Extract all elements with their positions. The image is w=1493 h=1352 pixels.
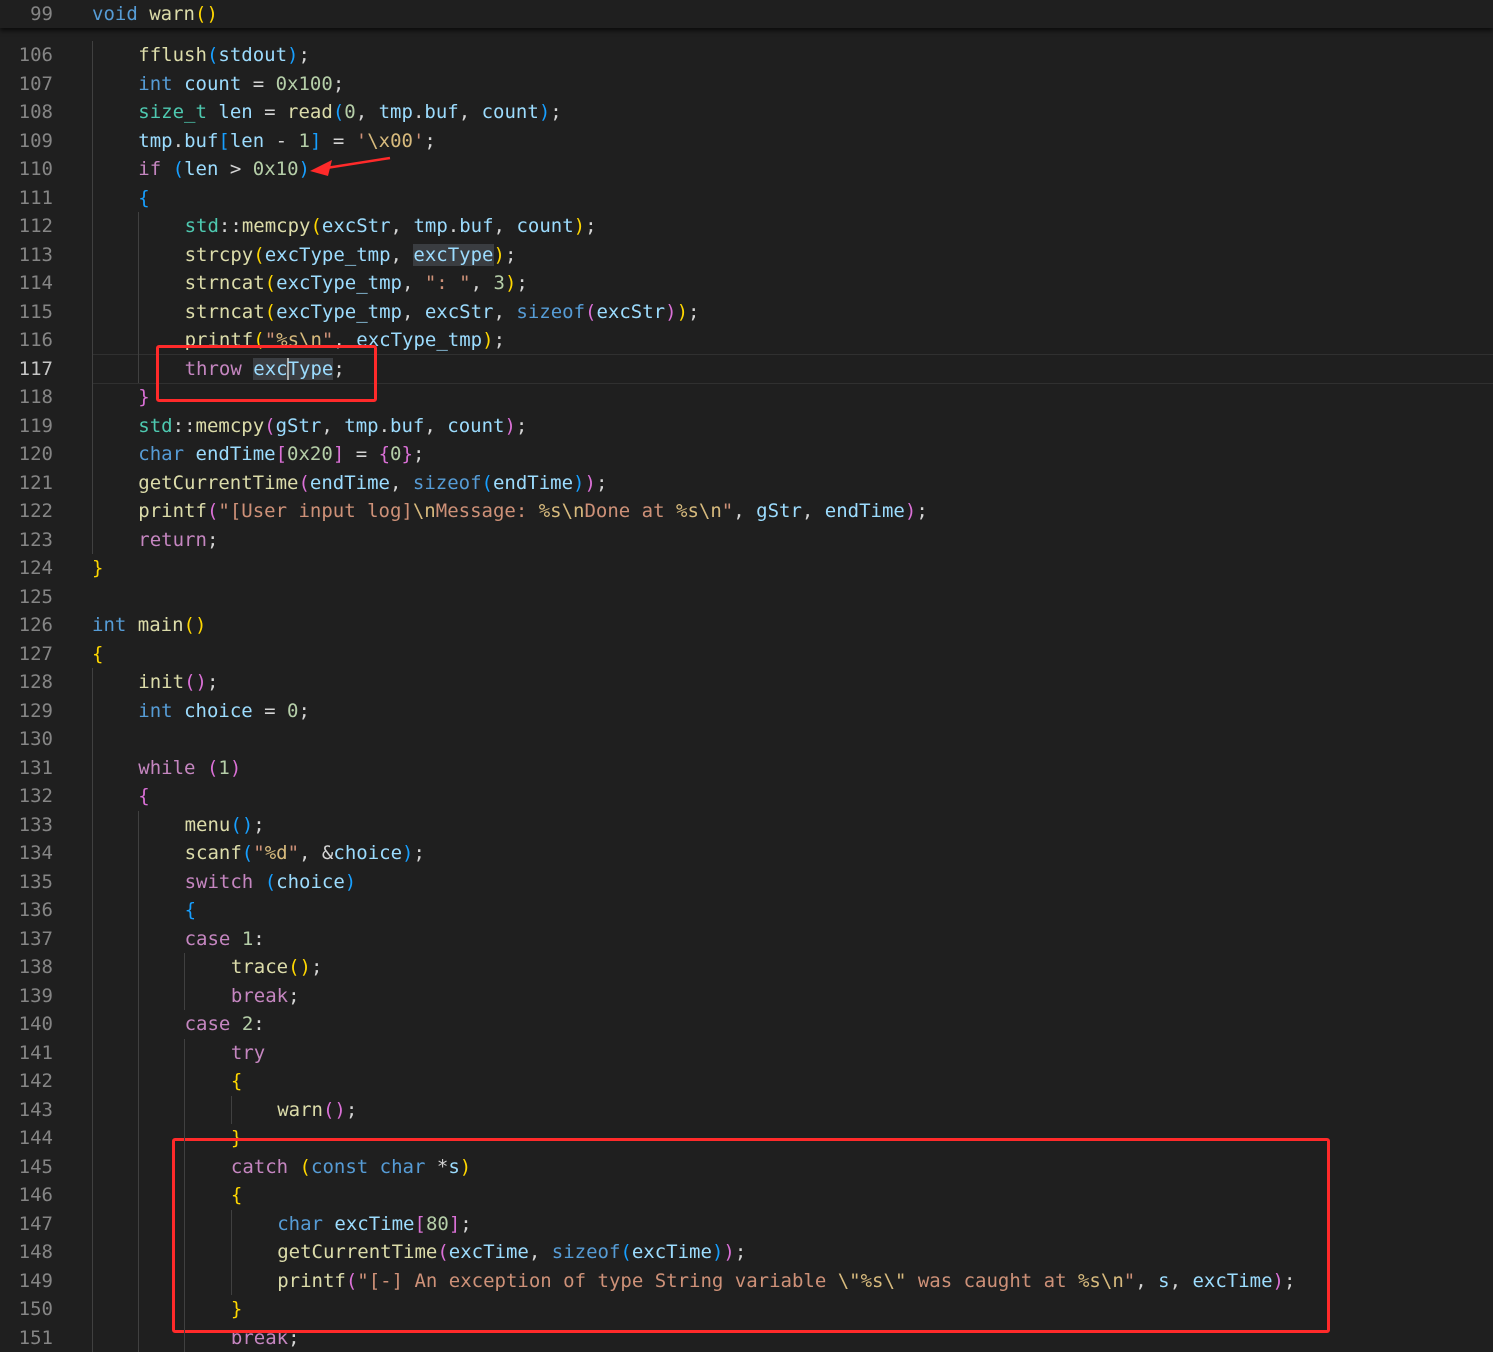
- code-line[interactable]: while (1): [138, 754, 241, 783]
- line-number: 133: [0, 811, 53, 840]
- line-number: 131: [0, 754, 53, 783]
- code-line[interactable]: warn();: [277, 1096, 357, 1125]
- line-number: 139: [0, 982, 53, 1011]
- line-number: 146: [0, 1181, 53, 1210]
- line-number: 118: [0, 383, 53, 412]
- code-line[interactable]: case 2:: [185, 1010, 265, 1039]
- line-number: 142: [0, 1067, 53, 1096]
- line-number: 132: [0, 782, 53, 811]
- indent-guide: [92, 668, 93, 1352]
- line-number: 108: [0, 98, 53, 127]
- code-line[interactable]: int choice = 0;: [138, 697, 310, 726]
- line-number: 150: [0, 1295, 53, 1324]
- code-line[interactable]: strcpy(excType_tmp, excType);: [185, 241, 517, 270]
- line-number: 106: [0, 41, 53, 70]
- indent-guide: [138, 212, 139, 383]
- line-number: 134: [0, 839, 53, 868]
- line-number: 149: [0, 1267, 53, 1296]
- code-line[interactable]: std::memcpy(excStr, tmp.buf, count);: [185, 212, 597, 241]
- indent-guide: [231, 1096, 232, 1125]
- code-line[interactable]: getCurrentTime(endTime, sizeof(endTime))…: [138, 469, 607, 498]
- line-number: 120: [0, 440, 53, 469]
- sticky-function-signature[interactable]: void warn(): [92, 0, 218, 29]
- code-line[interactable]: std::memcpy(gStr, tmp.buf, count);: [138, 412, 527, 441]
- line-number: 112: [0, 212, 53, 241]
- indent-guide: [92, 41, 93, 554]
- code-editor[interactable]: 1061071081091101111121131141151161171181…: [0, 0, 1493, 1338]
- code-line[interactable]: {: [92, 640, 103, 669]
- line-number: 129: [0, 697, 53, 726]
- code-line[interactable]: init();: [138, 668, 218, 697]
- line-number: 109: [0, 127, 53, 156]
- sticky-scroll-header[interactable]: 99 void warn(): [0, 0, 1493, 28]
- line-number: 137: [0, 925, 53, 954]
- indent-guide: [231, 1210, 232, 1296]
- line-number: 126: [0, 611, 53, 640]
- line-number: 135: [0, 868, 53, 897]
- line-number: 119: [0, 412, 53, 441]
- code-line[interactable]: printf("[User input log]\nMessage: %s\nD…: [138, 497, 927, 526]
- line-number: 143: [0, 1096, 53, 1125]
- code-line[interactable]: menu();: [185, 811, 265, 840]
- code-line[interactable]: break;: [231, 982, 300, 1011]
- line-number: 121: [0, 469, 53, 498]
- code-line[interactable]: strncat(excType_tmp, ": ", 3);: [185, 269, 528, 298]
- line-number: 115: [0, 298, 53, 327]
- code-line[interactable]: int count = 0x100;: [138, 70, 344, 99]
- code-line[interactable]: scanf("%d", &choice);: [185, 839, 425, 868]
- line-number: 113: [0, 241, 53, 270]
- line-number: 122: [0, 497, 53, 526]
- indent-guide: [184, 1039, 185, 1352]
- code-line[interactable]: switch (choice): [185, 868, 357, 897]
- code-line[interactable]: {: [138, 184, 149, 213]
- red-arrow-icon: [300, 148, 400, 188]
- indent-guide: [138, 811, 139, 1352]
- code-line[interactable]: fflush(stdout);: [138, 41, 310, 70]
- code-line[interactable]: if (len > 0x10): [138, 155, 310, 184]
- code-line[interactable]: }: [92, 554, 103, 583]
- line-number: 124: [0, 554, 53, 583]
- code-line[interactable]: {: [231, 1067, 242, 1096]
- line-number: 110: [0, 155, 53, 184]
- line-number: 116: [0, 326, 53, 355]
- line-number: 144: [0, 1124, 53, 1153]
- code-line[interactable]: char endTime[0x20] = {0};: [138, 440, 424, 469]
- code-line[interactable]: {: [138, 782, 149, 811]
- line-number: 117: [0, 355, 53, 384]
- line-number: 147: [0, 1210, 53, 1239]
- indent-guide: [184, 953, 185, 1010]
- highlight-box-throw: [156, 345, 377, 402]
- code-line[interactable]: }: [138, 383, 149, 412]
- line-number: 107: [0, 70, 53, 99]
- line-number: 125: [0, 583, 53, 612]
- line-number: 127: [0, 640, 53, 669]
- code-line[interactable]: return;: [138, 526, 218, 555]
- line-number: 136: [0, 896, 53, 925]
- code-line[interactable]: size_t len = read(0, tmp.buf, count);: [138, 98, 561, 127]
- line-number: 138: [0, 953, 53, 982]
- sticky-line-number: 99: [0, 0, 53, 29]
- code-line[interactable]: int main(): [92, 611, 206, 640]
- line-number: 141: [0, 1039, 53, 1068]
- code-line[interactable]: trace();: [231, 953, 323, 982]
- line-number: 148: [0, 1238, 53, 1267]
- code-line[interactable]: try: [231, 1039, 265, 1068]
- line-number: 145: [0, 1153, 53, 1182]
- highlight-box-catch: [172, 1138, 1330, 1333]
- code-line[interactable]: {: [185, 896, 196, 925]
- code-line[interactable]: case 1:: [185, 925, 265, 954]
- line-number: 140: [0, 1010, 53, 1039]
- line-number: 111: [0, 184, 53, 213]
- line-number: 128: [0, 668, 53, 697]
- line-number-gutter: 1061071081091101111121131141151161171181…: [0, 0, 70, 1338]
- line-number: 114: [0, 269, 53, 298]
- code-line[interactable]: strncat(excType_tmp, excStr, sizeof(excS…: [185, 298, 700, 327]
- line-number: 123: [0, 526, 53, 555]
- line-number: 130: [0, 725, 53, 754]
